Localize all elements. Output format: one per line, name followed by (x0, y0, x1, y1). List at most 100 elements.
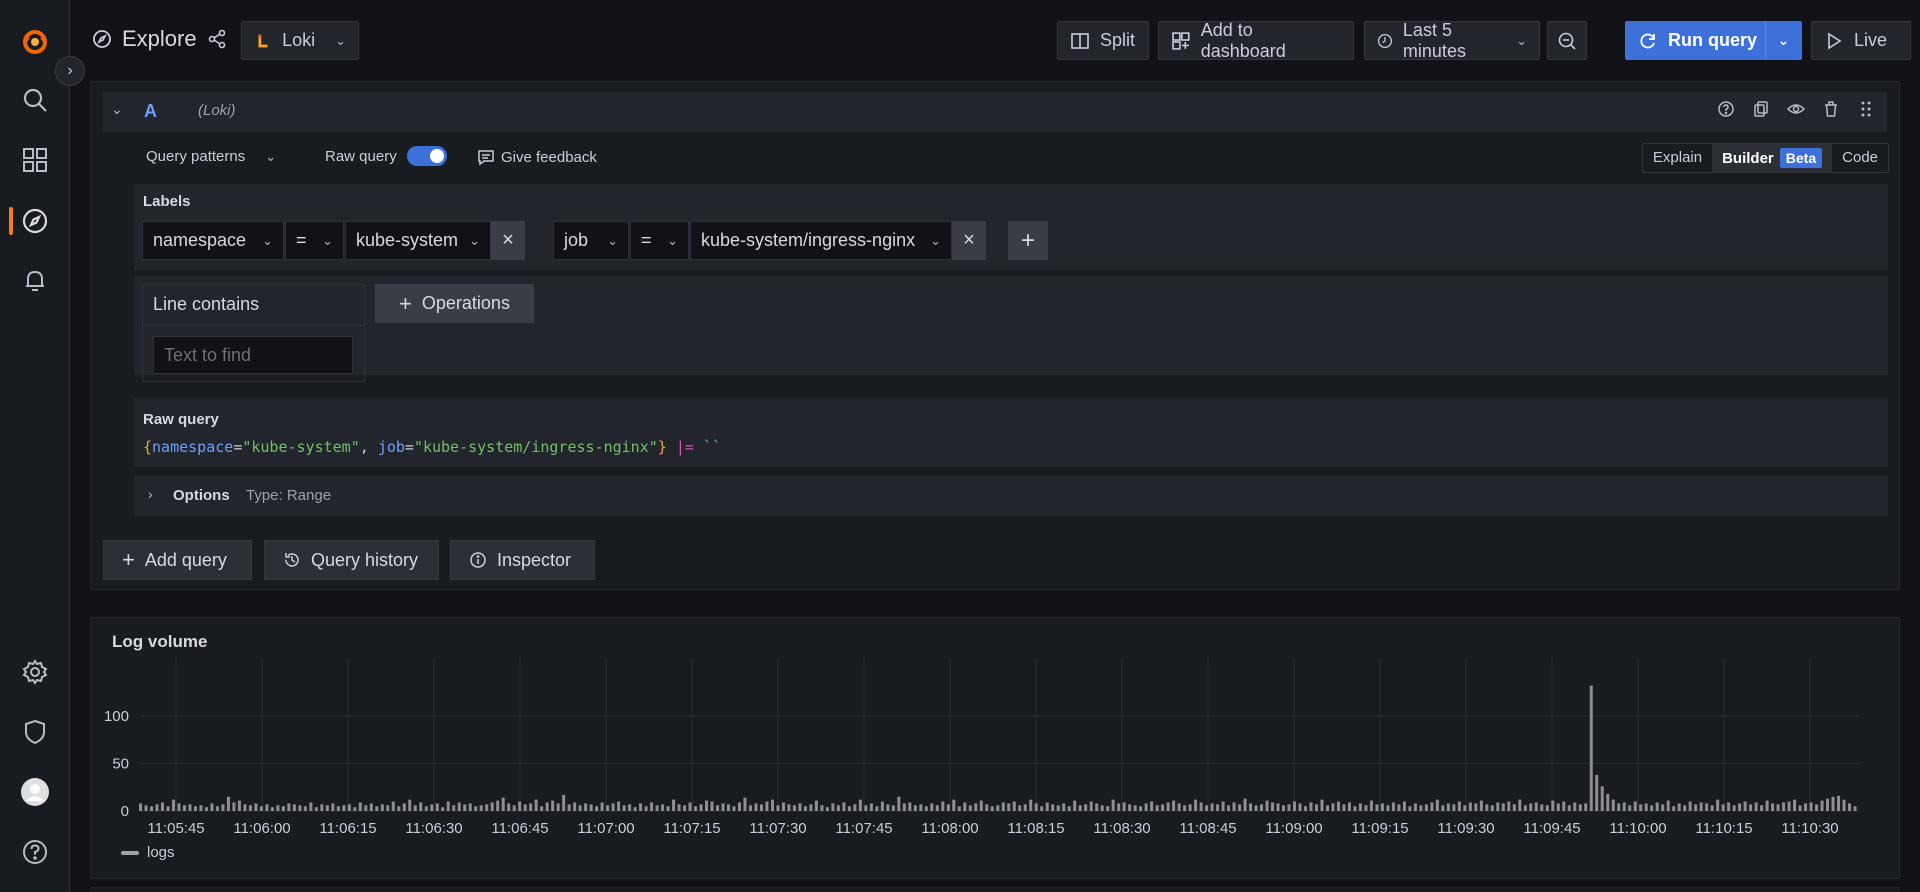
label-name-select[interactable]: namespace ⌄ (142, 221, 284, 260)
label-name-select[interactable]: job ⌄ (553, 221, 629, 260)
volume-bar (584, 803, 588, 811)
volume-bar (946, 804, 950, 811)
query-ref-id[interactable]: A (144, 101, 157, 122)
share-icon[interactable] (207, 29, 227, 49)
text-to-find-input[interactable]: Text to find (153, 336, 353, 374)
help-icon[interactable] (1717, 100, 1735, 118)
volume-bar (1161, 804, 1165, 811)
avatar[interactable] (15, 772, 55, 812)
run-query-button[interactable]: Run query ⌄ (1625, 21, 1802, 60)
add-to-dashboard-button[interactable]: Add to dashboard (1158, 20, 1354, 61)
volume-bar (474, 806, 478, 811)
options-row[interactable]: › Options Type: Range (134, 475, 1888, 516)
volume-bar (551, 800, 555, 811)
volume-bar (446, 801, 450, 811)
volume-bar (1732, 805, 1736, 811)
query-row-header[interactable]: ⌄ A (Loki) (103, 92, 1887, 132)
live-button[interactable]: Live (1811, 21, 1911, 60)
volume-bar (787, 804, 791, 811)
trash-icon[interactable] (1822, 100, 1840, 118)
help-icon[interactable] (15, 832, 55, 872)
volume-bar (485, 804, 489, 811)
dashboards-icon[interactable] (15, 140, 55, 180)
label-value-select[interactable]: kube-system/ingress-nginx ⌄ (690, 221, 952, 260)
remove-label-close-icon[interactable]: × (952, 221, 986, 260)
drag-handle-icon[interactable] (1857, 100, 1875, 118)
volume-bar (1710, 805, 1714, 811)
time-range-picker[interactable]: Last 5 minutes ⌄ (1364, 20, 1540, 61)
volume-bar (1397, 804, 1401, 811)
volume-bar (193, 806, 197, 811)
add-label-plus-icon[interactable]: + (1008, 221, 1048, 260)
query-history-button[interactable]: Query history (264, 540, 439, 580)
split-button[interactable]: Split (1057, 21, 1149, 60)
volume-bar (1716, 799, 1720, 811)
volume-bar (781, 802, 785, 811)
tab-builder-label: Builder (1722, 149, 1774, 167)
grafana-logo-icon[interactable] (15, 22, 55, 62)
search-icon[interactable] (15, 80, 55, 120)
volume-bar (1139, 806, 1143, 811)
chevron-down-icon: ⌄ (265, 148, 277, 164)
duplicate-icon[interactable] (1752, 100, 1770, 118)
collapse-chevron-icon[interactable]: ⌄ (111, 101, 123, 118)
volume-bar (1727, 802, 1731, 811)
volume-bar (798, 803, 802, 811)
volume-bar (204, 807, 208, 811)
volume-bar (1699, 802, 1703, 811)
page-title-group: Explore (92, 26, 227, 52)
volume-bar (600, 802, 604, 811)
volume-bar (759, 804, 763, 811)
give-feedback-link[interactable]: Give feedback (477, 148, 597, 166)
volume-bar (1639, 804, 1643, 811)
datasource-picker[interactable]: Loki ⌄ (241, 21, 359, 60)
label-operator-select[interactable]: = ⌄ (630, 221, 689, 260)
legend-swatch (121, 850, 139, 855)
volume-bar (1485, 804, 1489, 811)
settings-gear-icon[interactable] (15, 652, 55, 692)
volume-bar (1518, 799, 1522, 811)
options-label: Options (173, 487, 230, 504)
volume-bar (748, 805, 752, 811)
volume-bar (1831, 796, 1835, 811)
volume-bar (567, 804, 571, 811)
alerting-bell-icon[interactable] (15, 260, 55, 300)
query-patterns-dropdown[interactable]: Query patterns ⌄ (146, 148, 276, 165)
tab-builder[interactable]: Builder Beta (1712, 143, 1833, 173)
volume-bar (963, 802, 967, 811)
volume-bar (1205, 805, 1209, 811)
chart-legend[interactable]: logs (121, 844, 175, 861)
volume-bar (721, 803, 725, 811)
add-query-button[interactable]: + Add query (103, 540, 252, 580)
explore-compass-icon[interactable] (15, 201, 55, 241)
tab-code[interactable]: Code (1832, 144, 1888, 172)
volume-bar (1342, 804, 1346, 811)
volume-bar (650, 802, 654, 811)
tab-explain[interactable]: Explain (1643, 144, 1712, 172)
zoom-out-button[interactable] (1547, 21, 1587, 60)
volume-bar (1303, 806, 1308, 811)
volume-bar (1430, 802, 1434, 811)
volume-bar (776, 805, 780, 811)
next-panel-edge (90, 887, 1900, 892)
inspector-button[interactable]: Inspector (450, 540, 595, 580)
remove-label-close-icon[interactable]: × (491, 221, 525, 260)
raw-query-toggle[interactable] (407, 146, 447, 166)
operations-button[interactable]: + Operations (375, 284, 534, 323)
volume-bar (1419, 805, 1423, 811)
volume-bar (726, 804, 731, 811)
volume-bar (419, 802, 423, 811)
zoom-out-icon (1558, 32, 1576, 50)
run-query-options-chevron-icon[interactable]: ⌄ (1765, 22, 1801, 59)
expand-sidebar-button[interactable]: › (55, 56, 85, 86)
shield-icon[interactable] (15, 712, 55, 752)
volume-bar (309, 802, 313, 811)
volume-bar (924, 806, 928, 811)
eye-icon[interactable] (1787, 100, 1805, 118)
volume-bar (320, 804, 324, 811)
volume-bar (836, 805, 840, 811)
label-operator-select[interactable]: = ⌄ (285, 221, 344, 260)
label-value-select[interactable]: kube-system ⌄ (345, 221, 491, 260)
volume-bar (556, 803, 560, 811)
volume-bar (358, 802, 362, 811)
